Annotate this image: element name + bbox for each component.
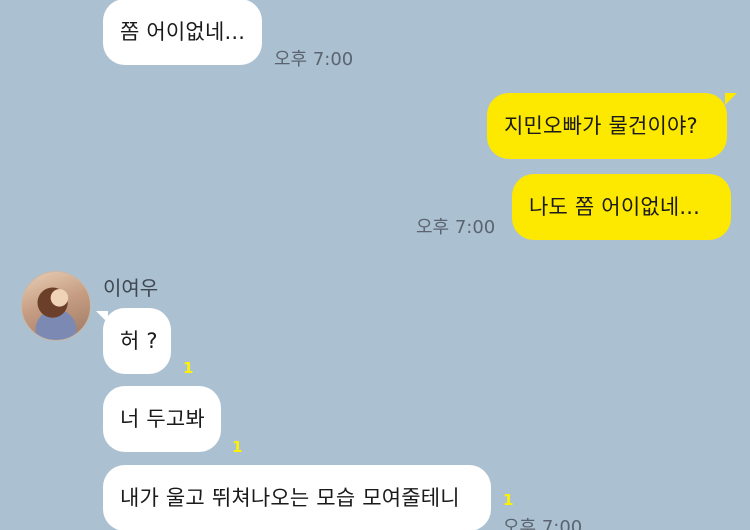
message-time: 오후 7:00 (416, 217, 496, 238)
unread-count: 1 (232, 438, 243, 456)
message-time: 오후 7:00 (274, 49, 354, 70)
unread-count: 1 (503, 491, 514, 509)
profile-avatar[interactable] (21, 271, 91, 341)
message-bubble-outgoing[interactable]: 나도 쫌 어이없네... (512, 174, 731, 240)
message-time: 오후 7:00 (503, 517, 583, 530)
message-bubble-incoming[interactable]: 쫌 어이없네... (103, 0, 263, 65)
message-bubble-incoming[interactable]: 내가 울고 뛰쳐나오는 모습 모여줄테니 (103, 465, 491, 530)
message-bubble-outgoing[interactable]: 지민오빠가 물건이야? (487, 93, 727, 159)
chat-room[interactable]: 쫌 어이없네... 오후 7:00 지민오빠가 물건이야? 나도 쫌 어이없네.… (0, 0, 750, 530)
message-bubble-incoming[interactable]: 너 두고봐 (103, 386, 221, 452)
message-bubble-incoming[interactable]: 허 ? (103, 308, 171, 374)
sender-name: 이여우 (103, 276, 159, 300)
unread-count: 1 (183, 359, 194, 377)
bubble-tail (725, 93, 737, 105)
